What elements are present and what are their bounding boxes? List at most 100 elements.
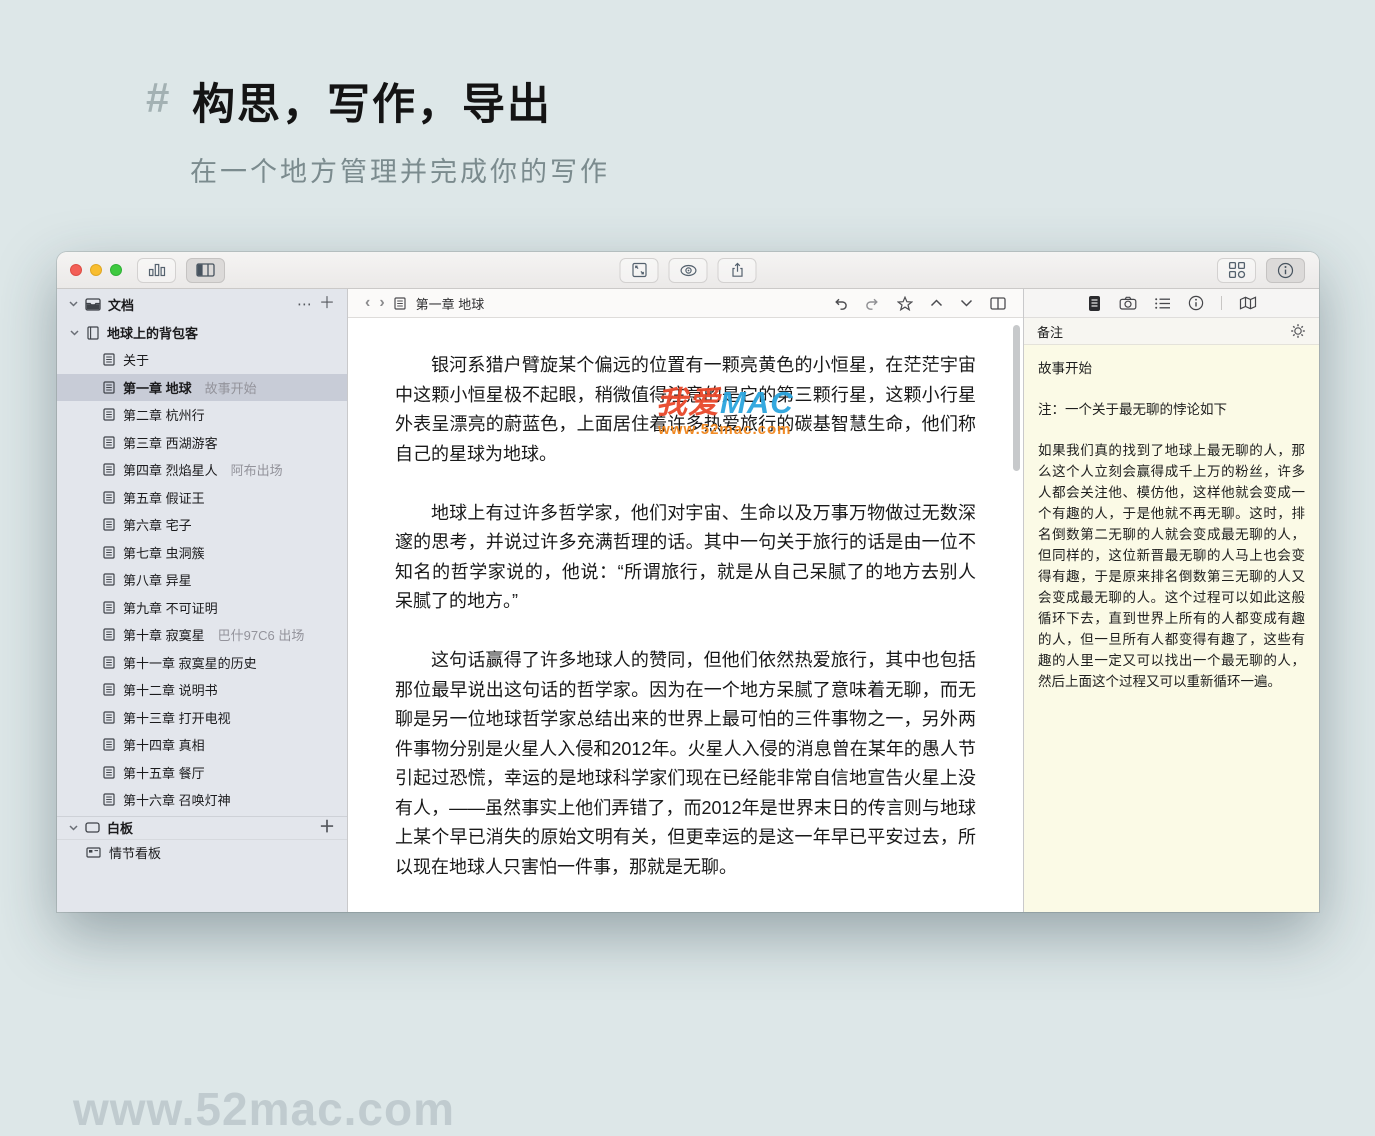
whiteboard-item[interactable]: 情节看板 — [57, 840, 347, 865]
notes-title: 备注 — [1037, 324, 1064, 340]
sidebar-header: 文档 ⋯ ＋ — [57, 289, 347, 319]
sidebar-item[interactable]: 第九章 不可证明 — [57, 594, 347, 622]
sidebar-item[interactable]: 第十章 寂寞星 巴什97C6 出场 — [57, 621, 347, 649]
sidebar-item[interactable]: 第六章 宅子 — [57, 511, 347, 539]
sidebar-item[interactable]: 第十三章 打开电视 — [57, 704, 347, 732]
sheet-icon — [103, 573, 115, 586]
whiteboard-list: 情节看板 — [57, 840, 347, 865]
sidebar-group-row[interactable]: 地球上的背包客 — [57, 319, 347, 346]
chevron-down-icon[interactable] — [70, 329, 79, 336]
info-circle-icon[interactable] — [1188, 295, 1204, 311]
sheet-icon — [103, 738, 115, 751]
camera-icon[interactable] — [1119, 296, 1137, 310]
sidebar: 文档 ⋯ ＋ 地球上的背包客 关于 第一章 地球 故事开始 第二章 杭州行 第三… — [57, 289, 454, 1135]
sheet-icon — [103, 656, 115, 669]
three-pane-layout-icon — [196, 263, 215, 277]
favorite-star-icon[interactable] — [897, 295, 913, 311]
sidebar-section-title: 文档 — [108, 297, 135, 313]
editor-paragraph: 银河系猎户臂旋某个偏远的位置有一颗亮黄色的小恒星，在茫茫宇宙中这颗小恒星极不起眼… — [395, 355, 976, 464]
fullscreen-expand-icon — [631, 262, 647, 278]
editor-text-area[interactable]: 银河系猎户臂旋某个偏远的位置有一颗亮黄色的小恒星，在茫茫宇宙中这颗小恒星极不起眼… — [348, 318, 1023, 912]
sidebar-item[interactable]: 第五章 假证王 — [57, 484, 347, 512]
sidebar-item[interactable]: 第十二章 说明书 — [57, 676, 347, 704]
statistics-button[interactable] — [137, 257, 176, 283]
sidebar-item[interactable]: 第十一章 寂寞星的历史 — [57, 649, 347, 677]
sidebar-item[interactable]: 第十五章 餐厅 — [57, 759, 347, 787]
notes-header: 备注 — [1024, 318, 1319, 345]
export-button[interactable] — [717, 257, 757, 283]
info-icon — [1277, 262, 1294, 278]
kanban-board-icon — [86, 846, 101, 858]
chevron-down-icon[interactable] — [69, 301, 78, 307]
sidebar-item[interactable]: 第十六章 召唤灯神 — [57, 786, 347, 814]
documents-archive-icon — [85, 297, 101, 311]
sheet-icon — [103, 491, 115, 504]
sidebar-item[interactable]: 第十四章 真相 — [57, 731, 347, 759]
undo-icon[interactable] — [833, 297, 848, 310]
sidebar-item[interactable]: 第七章 虫洞簇 — [57, 539, 347, 567]
sidebar-item[interactable]: 第四章 烈焰星人 阿布出场 — [57, 456, 347, 484]
editor-paragraph: 地球上有过许多哲学家，他们对宇宙、生命以及万事万物做过无数深邃的思考，并说过许多… — [395, 502, 976, 612]
sheet-icon — [103, 711, 115, 724]
editor-scrollbar-thumb[interactable] — [1013, 325, 1020, 471]
dashboard-button[interactable] — [1217, 257, 1256, 283]
close-button[interactable] — [70, 264, 82, 276]
editor-pane: ‹ › 第一章 地球 银河系猎户臂旋某个偏远的位置有一颗亮黄色的小恒星，在茫茫宇… — [348, 289, 1023, 912]
editor-sheet-title: 第一章 地球 — [415, 296, 485, 312]
back-icon[interactable]: ‹ — [365, 295, 370, 311]
note-paragraph: 注：一个关于最无聊的悖论如下 — [1038, 402, 1227, 417]
more-options-icon[interactable]: ⋯ — [297, 297, 312, 312]
sheet-icon — [103, 353, 115, 366]
whiteboard-label: 白板 — [107, 821, 134, 836]
toggle-panes-button[interactable] — [186, 257, 225, 283]
titlebar — [57, 252, 1319, 289]
dashboard-grid-icon — [1228, 261, 1245, 279]
tab-divider — [1220, 296, 1222, 310]
note-paragraph: 故事开始 — [1038, 361, 1092, 376]
inspector-toggle-button[interactable] — [1266, 257, 1305, 283]
chevron-down-icon[interactable] — [69, 824, 78, 831]
forward-icon[interactable]: › — [379, 295, 384, 311]
sheet-icon — [103, 683, 115, 696]
whiteboard-header-row[interactable]: 白板 ＋ — [57, 817, 347, 840]
sidebar-item[interactable]: 第一章 地球 故事开始 — [57, 373, 347, 401]
note-sheet-icon[interactable] — [1087, 295, 1102, 312]
sheet-list: 关于 第一章 地球 故事开始 第二章 杭州行 第三章 西湖游客 第四章 烈焰星人… — [57, 346, 347, 814]
add-board-icon[interactable]: ＋ — [319, 819, 335, 836]
sidebar-item[interactable]: 第二章 杭州行 — [57, 401, 347, 429]
sheet-icon — [394, 296, 406, 310]
sheet-icon — [103, 793, 115, 806]
traffic-lights — [57, 264, 122, 276]
hero-title: 构思，写作，导出 — [192, 81, 552, 129]
preview-button[interactable] — [668, 257, 708, 283]
gear-icon[interactable] — [1290, 323, 1306, 339]
chevron-down-icon[interactable] — [960, 299, 973, 307]
map-icon[interactable] — [1239, 296, 1257, 310]
notes-body[interactable]: 故事开始 注：一个关于最无聊的悖论如下 如果我们真的找到了地球上最无聊的人，那么这个… — [1024, 345, 1319, 712]
statistics-bar-chart-icon — [148, 263, 165, 277]
whiteboard-section: 白板 ＋ 情节看板 — [57, 815, 347, 865]
split-view-icon[interactable] — [990, 296, 1006, 310]
add-sheet-icon[interactable]: ＋ — [319, 296, 335, 312]
app-window: 文档 ⋯ ＋ 地球上的背包客 关于 第一章 地球 故事开始 第二章 杭州行 第三… — [57, 252, 1319, 1135]
hero-subtitle: 在一个地方管理并完成你的写作 — [190, 157, 610, 187]
sidebar-item[interactable]: 关于 — [57, 346, 347, 374]
editor-paragraph: 这句话赢得了许多地球人的赞同，但他们依然热爱旅行，其中也包括那位最早说出这句话的… — [395, 650, 976, 877]
whiteboard-icon — [85, 822, 100, 833]
sheet-icon — [103, 628, 115, 641]
editor-partial-paragraph: 地球人想出了许多对抗无聊的办法，其中最受欢迎的一种便是旅行，他们一有机会 — [395, 912, 976, 913]
inspector-pane: 备注 故事开始 注：一个关于最无聊的悖论如下 如果我们真的找到了地球上最无聊的人，那… — [1023, 289, 1319, 912]
redo-icon[interactable] — [865, 297, 880, 310]
keyword-list-icon[interactable] — [1154, 297, 1171, 310]
sidebar-item[interactable]: 第三章 西湖游客 — [57, 429, 347, 457]
fullscreen-button[interactable] — [619, 257, 659, 283]
book-icon — [87, 325, 99, 340]
minimize-button[interactable] — [90, 264, 102, 276]
preview-eye-icon — [679, 264, 697, 276]
sheet-icon — [103, 381, 115, 394]
sidebar-item[interactable]: 第八章 异星 — [57, 566, 347, 594]
editor-header: ‹ › 第一章 地球 — [348, 289, 1023, 318]
zoom-button[interactable] — [110, 264, 122, 276]
sheet-icon — [103, 436, 115, 449]
chevron-up-icon[interactable] — [930, 299, 943, 307]
